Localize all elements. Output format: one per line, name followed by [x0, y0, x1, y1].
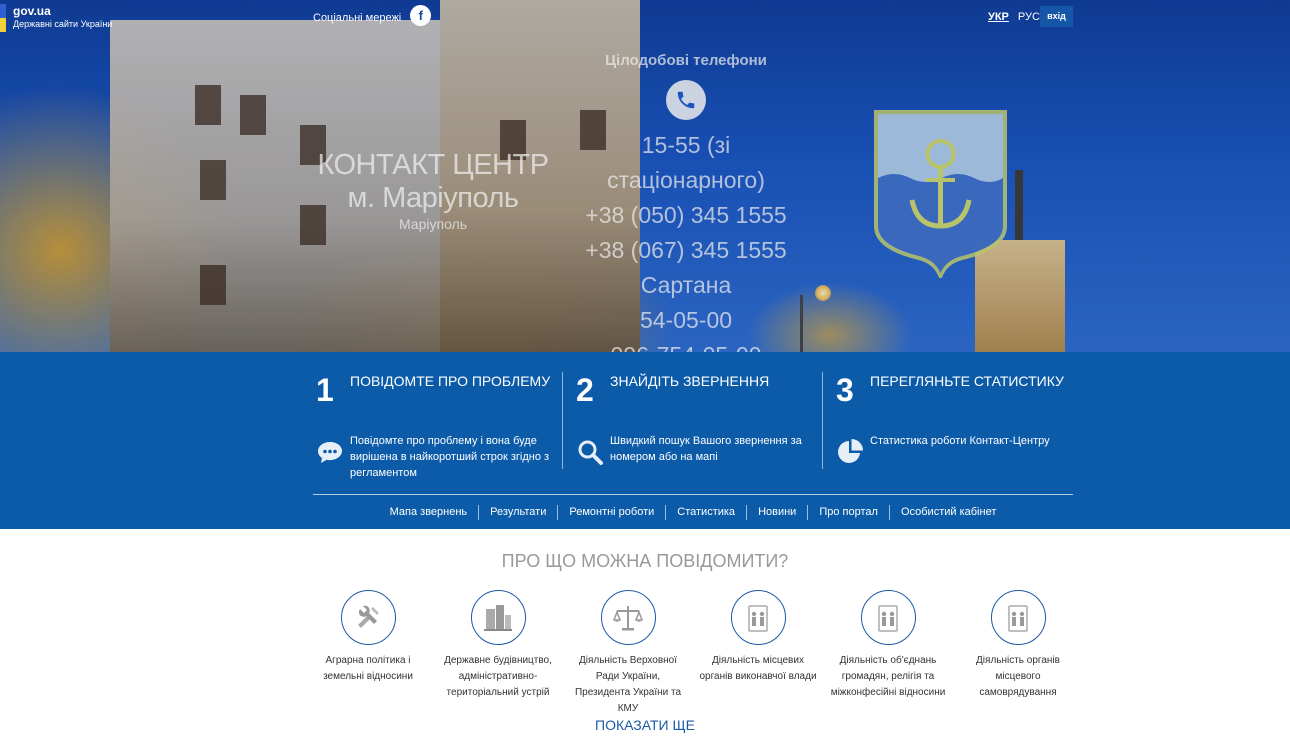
menu-item-repairs[interactable]: Ремонтні роботи: [558, 505, 667, 520]
phones-block: Цілодобові телефони 15-55 (зі стаціонарн…: [560, 52, 812, 352]
people-icon: [878, 604, 898, 632]
lang-rus[interactable]: РУС: [1018, 11, 1040, 23]
steps-section: 1 Повідомте про проблему Повідомте про п…: [0, 352, 1290, 529]
hero-banner: gov.ua Державні сайти України Соціальні …: [0, 0, 1290, 352]
search-icon: [578, 440, 603, 465]
step-find-request[interactable]: 2 Знайдіть звернення Швидкий пошук Вашог…: [573, 372, 833, 469]
menu-item-news[interactable]: Новини: [747, 505, 809, 520]
category-local-executive[interactable]: Діяльність місцевих органів виконавчої в…: [698, 590, 818, 685]
menu-item-cabinet[interactable]: Особистий кабінет: [890, 505, 1007, 520]
phone-number: +38 (067) 345 1555: [585, 237, 787, 263]
phone-icon: [666, 80, 706, 120]
phones-title: Цілодобові телефони: [605, 52, 767, 69]
menu-item-map[interactable]: Мапа звернень: [379, 505, 480, 520]
tools-icon: [358, 605, 379, 628]
step-view-statistics[interactable]: 3 Перегляньте статистику Статистика робо…: [833, 372, 1093, 469]
login-button[interactable]: вхід: [1040, 6, 1073, 27]
contact-center-title: КОНТАКТ ЦЕНТР м. Маріуполь Маріуполь: [317, 149, 549, 232]
gov-ua-logo[interactable]: gov.ua Державні сайти України: [13, 5, 112, 30]
city-emblem-anchor-icon: [874, 110, 1007, 278]
phone-number: 15-55 (зі стаціонарного): [607, 132, 765, 193]
category-agrarian[interactable]: Аграрна політика і земельні відносини: [308, 590, 428, 685]
phone-location: Сартана: [640, 272, 732, 298]
category-state-building[interactable]: Державне будівництво, адміністративно-те…: [438, 590, 558, 701]
people-icon: [748, 604, 768, 632]
main-menu: Мапа звернень Результати Ремонтні роботи…: [313, 505, 1073, 520]
pie-chart-icon: [838, 439, 863, 463]
scales-icon: [612, 605, 644, 630]
top-bar: gov.ua Державні сайти України Соціальні …: [0, 0, 1290, 36]
ukraine-flag-icon: [0, 4, 6, 32]
chat-bubble-icon: [318, 442, 342, 463]
categories-title: Про що можна повідомити?: [501, 551, 789, 571]
social-label: Соціальні мережі: [313, 12, 402, 24]
phone-number: +38 (050) 345 1555: [585, 202, 787, 228]
menu-item-statistics[interactable]: Статистика: [666, 505, 748, 520]
gov-ua-subtitle: Державні сайти України: [13, 19, 113, 29]
gov-ua-title: gov.ua: [13, 4, 51, 18]
buildings-icon: [484, 604, 512, 631]
social-networks: Соціальні мережі f: [313, 5, 432, 26]
category-civil-associations[interactable]: Діяльність об'єднань громадян, релігія т…: [828, 590, 948, 701]
menu-item-about[interactable]: Про портал: [808, 505, 890, 520]
people-icon: [1008, 604, 1028, 632]
category-parliament[interactable]: Діяльність Верховної Ради України, Прези…: [568, 590, 688, 717]
phone-number: 096-754-05-00: [560, 338, 812, 352]
category-local-government[interactable]: Діяльність органів місцевого самоврядува…: [958, 590, 1078, 701]
step-report-problem[interactable]: 1 Повідомте про проблему Повідомте про п…: [313, 372, 573, 479]
lang-ukr[interactable]: УКР: [988, 11, 1009, 23]
facebook-icon[interactable]: f: [410, 5, 432, 26]
show-more-link[interactable]: Показати ще: [0, 717, 1290, 733]
menu-item-results[interactable]: Результати: [479, 505, 559, 520]
phone-number: 54-05-00: [639, 307, 733, 333]
